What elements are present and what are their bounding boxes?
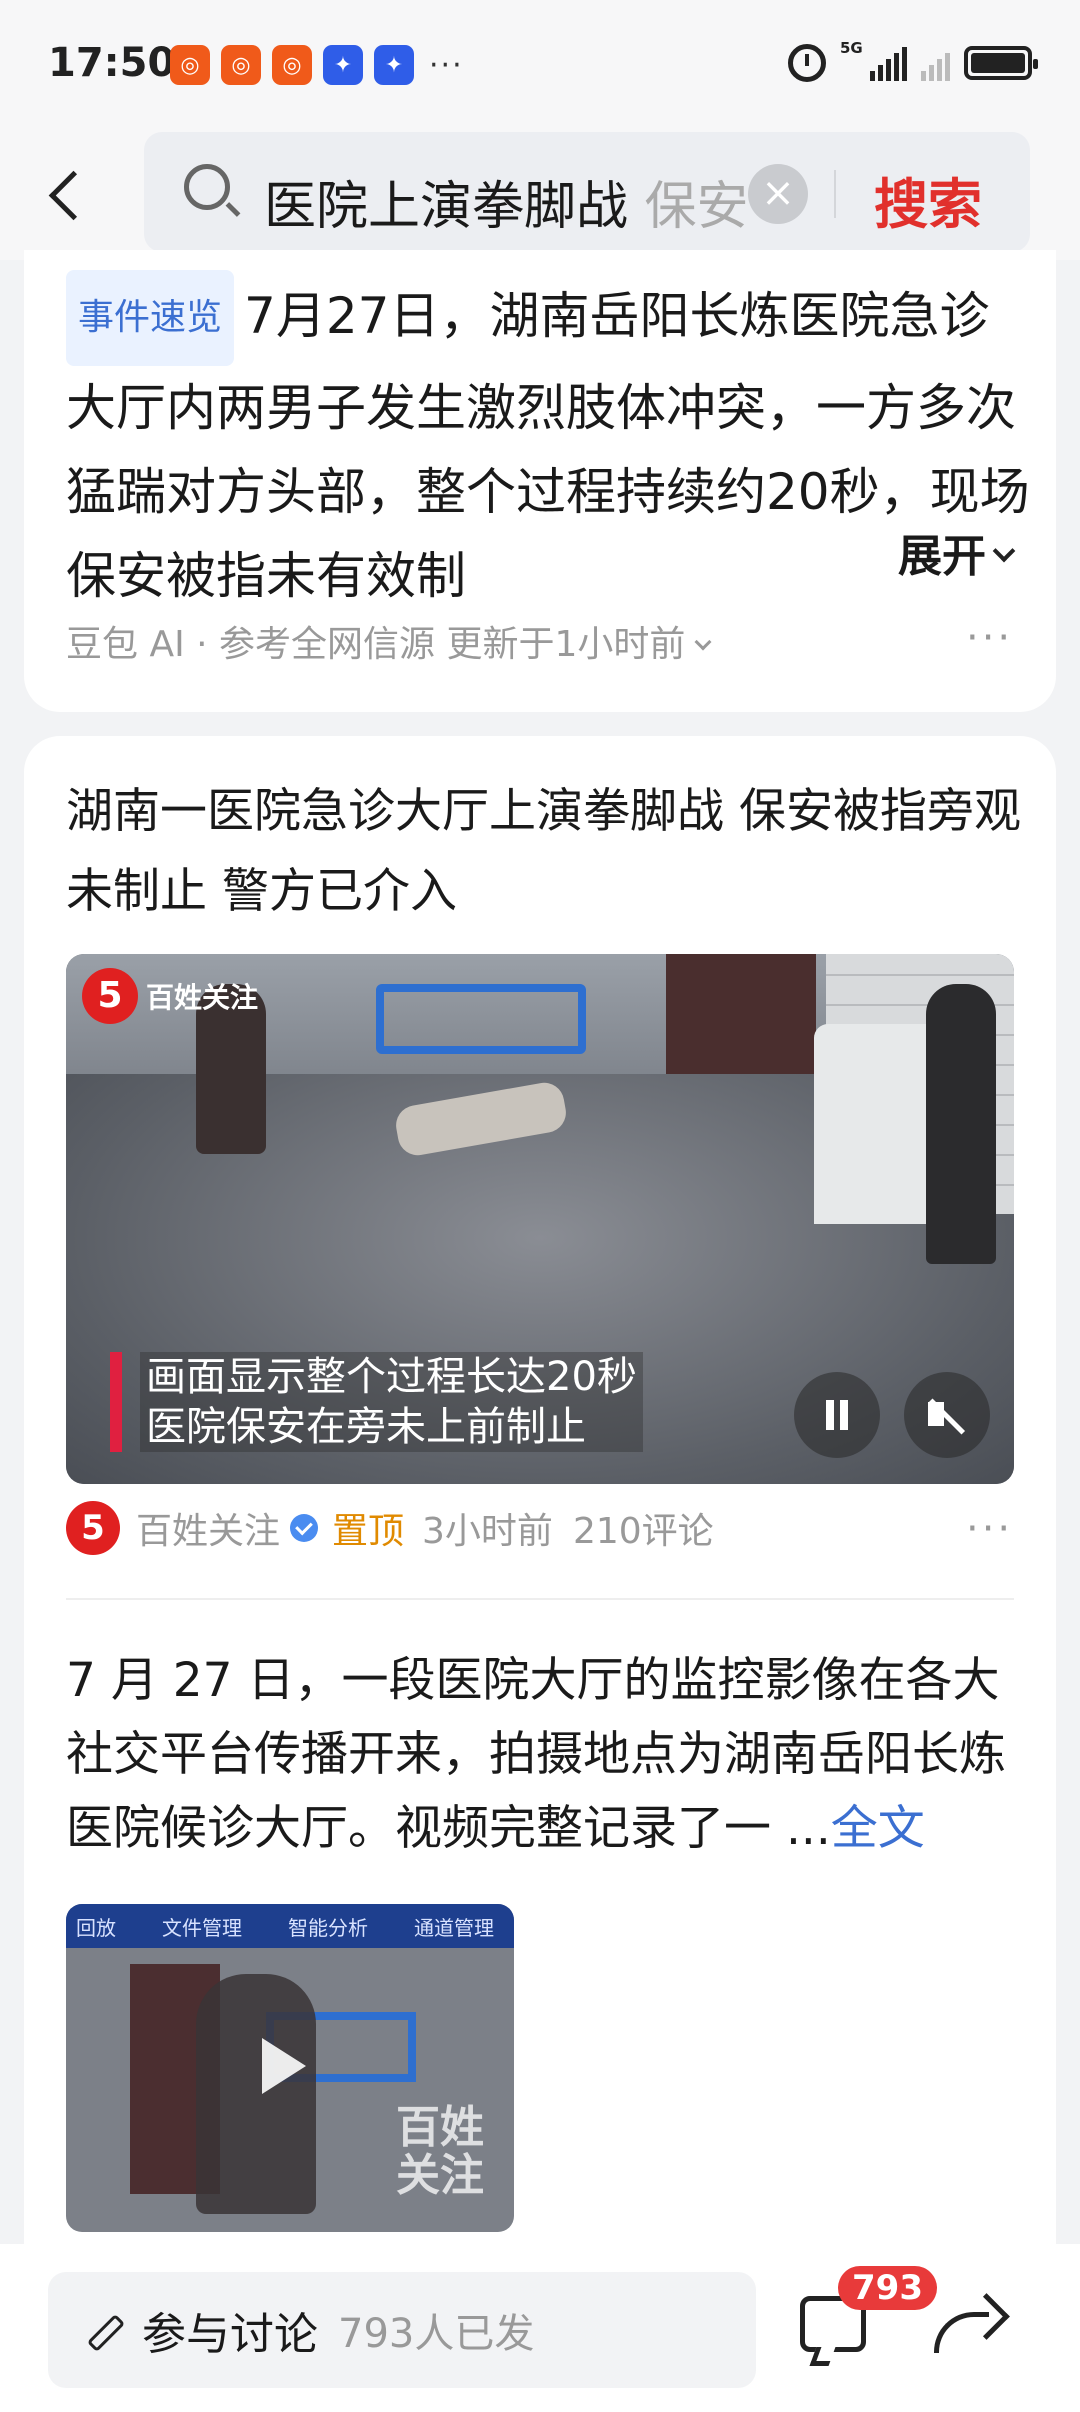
orange-app-icon: ◎ (221, 45, 261, 85)
signal-2-icon (921, 45, 950, 81)
signal-icon: 5G (840, 39, 907, 81)
thumb-watermark: 百姓 关注 (396, 2102, 484, 2201)
summary-source[interactable]: 豆包 AI · 参考全网信源 更新于1小时前 (66, 615, 712, 667)
divider (66, 1598, 1014, 1600)
full-text-link[interactable]: 全文 (831, 1801, 925, 1856)
pause-icon[interactable] (794, 1372, 880, 1458)
event-tag: 事件速览 (66, 270, 235, 366)
clear-icon[interactable]: × (748, 164, 808, 224)
orange-app-icon: ◎ (170, 45, 210, 85)
baixing-logo-icon: 5 (82, 968, 138, 1024)
orange-app-icon: ◎ (272, 45, 312, 85)
news-card: 湖南一医院急诊大厅上演拳脚战 保安被指旁观未制止 警方已介入 5 百姓关注 画面… (24, 736, 1056, 2412)
post-time: 3小时前 (422, 1511, 553, 1552)
discuss-input[interactable]: 参与讨论 793人已发 (48, 2272, 756, 2388)
chevron-down-icon (694, 633, 712, 651)
video-player[interactable]: 5 百姓关注 画面显示整个过程长达20秒 医院保安在旁未上前制止 (66, 954, 1014, 1484)
pinned-badge: 置顶 (332, 1511, 405, 1552)
bottom-bar: 参与讨论 793人已发 793 (0, 2244, 1080, 2412)
article-snippet[interactable]: 7 月 27 日，一段医院大厅的监控影像在各大社交平台传播开来，拍摄地点为湖南岳… (66, 1644, 1032, 1866)
discuss-count: 793人已发 (338, 2311, 535, 2357)
divider (834, 170, 836, 218)
back-button[interactable] (40, 158, 100, 228)
status-indicators: 5G (788, 39, 1038, 82)
video-logo: 5 百姓关注 (82, 968, 258, 1024)
notification-icons: ◎ ◎ ◎ ✦ ✦ ··· (170, 45, 464, 85)
comment-badge: 793 (838, 2266, 937, 2310)
search-icon (184, 164, 230, 210)
search-button[interactable]: 搜索 (874, 160, 982, 239)
search-query-overflow: 保安 (644, 177, 749, 237)
play-icon[interactable] (262, 2038, 306, 2094)
video-caption: 画面显示整个过程长达20秒 医院保安在旁未上前制止 (110, 1352, 643, 1452)
more-notifications-icon: ··· (429, 47, 464, 83)
status-time: 17:50 (48, 40, 176, 86)
discuss-label: 参与讨论 (142, 2309, 318, 2360)
search-header: 医院上演拳脚战 保安 × 搜索 (0, 130, 1080, 260)
pen-icon (80, 2310, 120, 2350)
more-icon[interactable]: ··· (966, 1506, 1013, 1552)
alarm-icon (788, 44, 826, 82)
mute-icon[interactable] (904, 1372, 990, 1458)
blue-app-icon: ✦ (323, 45, 363, 85)
chevron-down-icon (992, 539, 1016, 563)
bench-shape (376, 984, 586, 1054)
summary-card: 事件速览 7月27日，湖南岳阳长炼医院急诊大厅内两男子发生激烈肢体冲突，一方多次猛… (24, 250, 1056, 712)
blue-app-icon: ✦ (374, 45, 414, 85)
author-name[interactable]: 百姓关注 (136, 1502, 280, 1554)
expand-button[interactable]: 展开 (838, 520, 1016, 584)
news-title[interactable]: 湖南一医院急诊大厅上演拳脚战 保安被指旁观未制止 警方已介入 (66, 772, 1032, 932)
battery-icon (964, 46, 1038, 80)
video-thumbnail[interactable]: 回放 文件管理 智能分析 通道管理 百姓 关注 (66, 1904, 514, 2232)
search-input[interactable]: 医院上演拳脚战 保安 × 搜索 (144, 132, 1030, 252)
status-bar: 17:50 ◎ ◎ ◎ ✦ ✦ ··· 5G (0, 0, 1080, 130)
share-icon[interactable] (930, 2294, 1004, 2358)
verified-icon (290, 1514, 319, 1542)
author-avatar[interactable]: 5 (66, 1501, 120, 1555)
more-icon[interactable]: ··· (966, 615, 1013, 661)
search-query-text: 医院上演拳脚战 (264, 177, 629, 237)
thumb-toolbar: 回放 文件管理 智能分析 通道管理 (66, 1904, 514, 1948)
news-meta: 5 百姓关注 置顶 3小时前 210评论 (66, 1501, 714, 1555)
comment-count[interactable]: 210评论 (573, 1502, 714, 1554)
